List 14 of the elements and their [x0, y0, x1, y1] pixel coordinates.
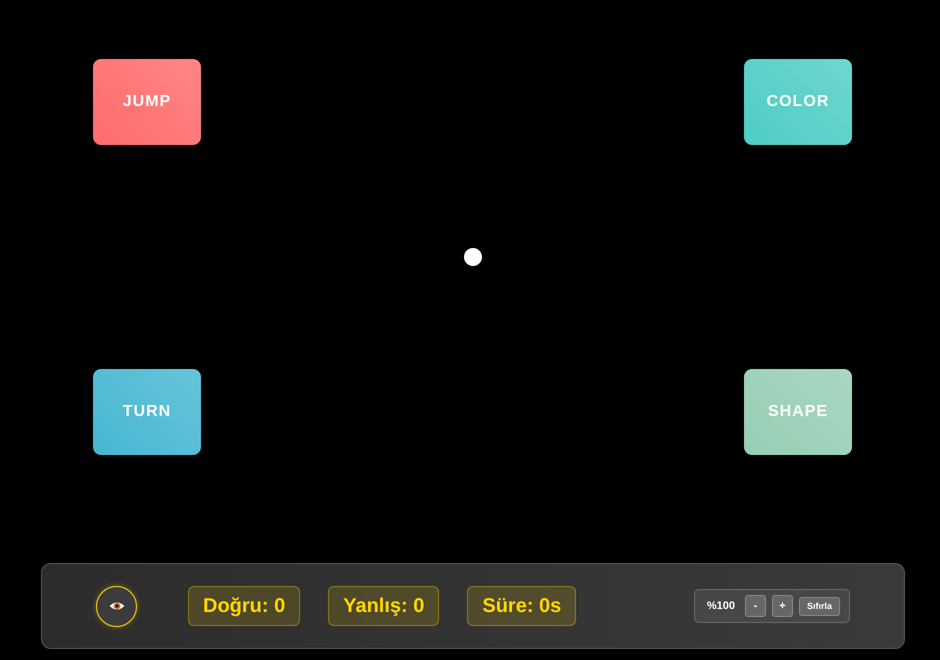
- reset-button[interactable]: Sıfırla: [798, 596, 840, 616]
- action-button[interactable]: SHAPE: [744, 369, 852, 455]
- zoom-out-button[interactable]: -: [744, 595, 766, 617]
- action-button[interactable]: COLOR: [744, 59, 852, 145]
- fixation-dot: [464, 248, 482, 266]
- stat-counter: Süre: 0s: [467, 586, 576, 626]
- action-button[interactable]: JUMP: [93, 59, 201, 145]
- stat-counter: Doğru: 0: [188, 586, 300, 626]
- eye-icon: [108, 600, 126, 612]
- stat-counter: Yanlış: 0: [328, 586, 440, 626]
- zoom-in-button[interactable]: +: [772, 595, 793, 617]
- action-button[interactable]: TURN: [93, 369, 201, 455]
- eye-toggle-button[interactable]: [96, 586, 137, 626]
- zoom-level-text: %100: [706, 600, 735, 612]
